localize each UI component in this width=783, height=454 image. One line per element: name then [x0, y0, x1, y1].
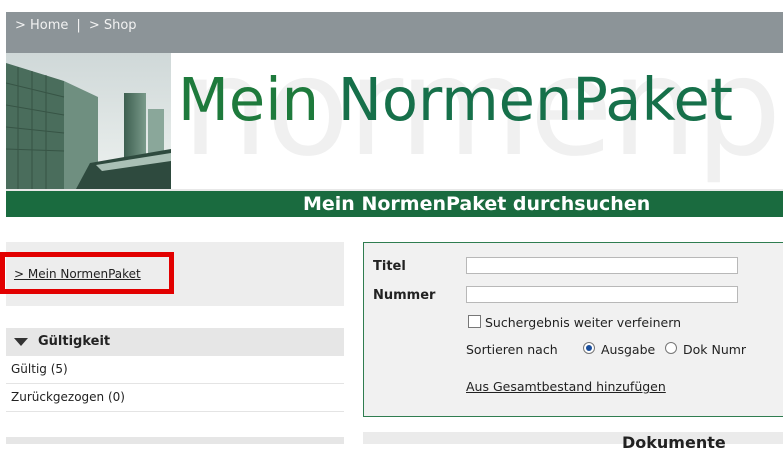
- title-label: Titel: [373, 259, 406, 274]
- search-title: Mein NormenPaket durchsuchen: [303, 193, 651, 215]
- nav-separator: |: [76, 18, 81, 33]
- number-label: Nummer: [373, 288, 436, 303]
- sort-radio-ausgabe[interactable]: [583, 342, 595, 354]
- title-input[interactable]: [466, 257, 738, 274]
- facet-footer: [6, 437, 344, 444]
- building-image: [6, 53, 171, 189]
- sort-radio-doknummer[interactable]: [665, 342, 677, 354]
- facet-item-label: Gültig (5): [11, 362, 68, 376]
- facet-item-gueltig[interactable]: Gültig (5): [6, 356, 344, 384]
- facet-item-zurueckgezogen[interactable]: Zurückgezogen (0): [6, 384, 344, 412]
- search-title-bar: Mein NormenPaket durchsuchen: [6, 191, 783, 217]
- refine-checkbox[interactable]: [468, 315, 481, 328]
- results-panel-title: Dokumente: [622, 433, 726, 452]
- results-panel-header: Dokumente: [363, 432, 783, 452]
- sort-label: Sortieren nach: [466, 342, 558, 357]
- triangle-down-icon: [14, 338, 28, 346]
- search-panel: Titel Nummer Suchergebnis weiter verfein…: [363, 242, 783, 417]
- facet-title: Gültigkeit: [38, 334, 111, 349]
- banner: normenpaket Mein NormenPaket: [6, 53, 783, 189]
- nav-home-link[interactable]: > Home: [15, 18, 68, 33]
- breadcrumb: > Home | > Shop: [15, 18, 137, 33]
- logo-normenpaket: NormenPaket: [319, 65, 733, 134]
- refine-label: Suchergebnis weiter verfeinern: [485, 315, 682, 330]
- highlight-box: [0, 252, 174, 294]
- facet-header-gueltigkeit[interactable]: Gültigkeit: [6, 328, 344, 356]
- nav-shop-link[interactable]: > Shop: [89, 18, 137, 33]
- number-input[interactable]: [466, 286, 738, 303]
- logo-mein: Mein: [178, 65, 319, 134]
- add-from-total-link[interactable]: Aus Gesamtbestand hinzufügen: [466, 379, 666, 394]
- sort-option-doknummer: Dok Numr: [683, 342, 747, 357]
- facet-item-label: Zurückgezogen (0): [11, 390, 125, 404]
- logo-text: Mein NormenPaket: [178, 65, 733, 134]
- top-nav-bar: > Home | > Shop: [6, 12, 783, 53]
- sort-option-ausgabe: Ausgabe: [601, 342, 656, 357]
